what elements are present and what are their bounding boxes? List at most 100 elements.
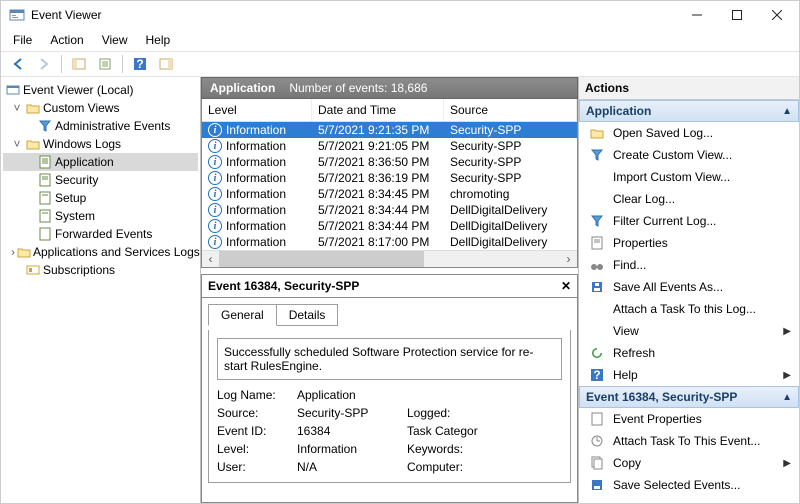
navigation-tree[interactable]: Event Viewer (Local) ˅Custom Views Admin…	[1, 77, 201, 503]
minimize-button[interactable]	[677, 1, 717, 29]
col-source[interactable]: Source	[444, 99, 577, 121]
action-properties[interactable]: Properties	[579, 232, 799, 254]
close-button[interactable]	[757, 1, 797, 29]
cell-level: Information	[226, 155, 286, 169]
folder-open-icon	[589, 125, 605, 141]
tree-system[interactable]: System	[3, 207, 198, 225]
tree-forwarded-events[interactable]: Forwarded Events	[3, 225, 198, 243]
folder-icon	[25, 100, 41, 116]
help-button[interactable]: ?	[129, 54, 151, 74]
event-properties-grid: Log Name:Application Source:Security-SPP…	[217, 388, 562, 474]
detail-pane: General Details Successfully scheduled S…	[201, 297, 578, 503]
cell-level: Information	[226, 235, 286, 249]
horizontal-scrollbar[interactable]: ‹ ›	[202, 250, 577, 267]
menu-action[interactable]: Action	[42, 31, 91, 49]
close-detail-button[interactable]: ✕	[561, 279, 571, 293]
table-row[interactable]: iInformation5/7/2021 8:34:45 PMchromotin…	[202, 186, 577, 202]
col-level[interactable]: Level	[202, 99, 312, 121]
properties-button[interactable]	[94, 54, 116, 74]
action-filter-log[interactable]: Filter Current Log...	[579, 210, 799, 232]
val-level: Information	[297, 442, 407, 456]
action-copy[interactable]: Copy▶	[579, 452, 799, 474]
action-help[interactable]: ?Help▶	[579, 364, 799, 386]
chevron-up-icon: ▲	[782, 106, 792, 117]
scroll-thumb[interactable]	[219, 251, 424, 267]
collapse-icon[interactable]: ˅	[11, 101, 23, 115]
tree-subscriptions[interactable]: Subscriptions	[3, 261, 198, 279]
info-icon: i	[208, 235, 222, 249]
cell-source: DellDigitalDelivery	[444, 234, 577, 250]
cell-level: Information	[226, 123, 286, 137]
title-bar: Event Viewer	[1, 1, 799, 29]
expand-icon[interactable]: ›	[11, 245, 15, 259]
grid-header[interactable]: Level Date and Time Source	[202, 99, 577, 122]
col-date[interactable]: Date and Time	[312, 99, 444, 121]
lbl-eventid: Event ID:	[217, 424, 297, 438]
info-icon: i	[208, 123, 222, 137]
action-find[interactable]: Find...	[579, 254, 799, 276]
menu-help[interactable]: Help	[138, 31, 179, 49]
collapse-icon[interactable]: ˅	[11, 137, 23, 151]
chevron-right-icon: ▶	[783, 326, 791, 337]
action-clear-log[interactable]: Clear Log...	[579, 188, 799, 210]
menu-file[interactable]: File	[5, 31, 40, 49]
actions-section-application[interactable]: Application▲	[579, 100, 799, 122]
cell-level: Information	[226, 219, 286, 233]
actions-header: Actions	[579, 77, 799, 100]
table-row[interactable]: iInformation5/7/2021 8:36:50 PMSecurity-…	[202, 154, 577, 170]
cell-level: Information	[226, 139, 286, 153]
action-open-saved-log[interactable]: Open Saved Log...	[579, 122, 799, 144]
cell-level: Information	[226, 187, 286, 201]
show-hide-action-pane-button[interactable]	[155, 54, 177, 74]
tree-label: Event Viewer (Local)	[23, 83, 134, 97]
tab-general[interactable]: General	[208, 304, 277, 326]
log-icon	[37, 154, 53, 170]
actions-section-event[interactable]: Event 16384, Security-SPP▲	[579, 386, 799, 408]
view-icon	[589, 323, 605, 339]
action-import-custom-view[interactable]: Import Custom View...	[579, 166, 799, 188]
action-create-custom-view[interactable]: Create Custom View...	[579, 144, 799, 166]
table-row[interactable]: iInformation5/7/2021 8:17:00 PMDellDigit…	[202, 234, 577, 250]
cell-datetime: 5/7/2021 8:34:44 PM	[312, 218, 444, 234]
table-row[interactable]: iInformation5/7/2021 8:36:19 PMSecurity-…	[202, 170, 577, 186]
tree-security[interactable]: Security	[3, 171, 198, 189]
detail-title: Event 16384, Security-SPP	[208, 279, 359, 293]
scroll-track[interactable]	[219, 251, 560, 267]
tree-setup[interactable]: Setup	[3, 189, 198, 207]
menu-view[interactable]: View	[94, 31, 136, 49]
cell-level: Information	[226, 203, 286, 217]
scroll-left-icon[interactable]: ‹	[202, 251, 219, 268]
show-hide-tree-button[interactable]	[68, 54, 90, 74]
tree-apps-services-logs[interactable]: ›Applications and Services Logs	[3, 243, 198, 261]
scroll-right-icon[interactable]: ›	[560, 251, 577, 268]
tree-root[interactable]: Event Viewer (Local)	[3, 81, 198, 99]
info-icon: i	[208, 139, 222, 153]
val-source: Security-SPP	[297, 406, 407, 420]
table-row[interactable]: iInformation5/7/2021 9:21:05 PMSecurity-…	[202, 138, 577, 154]
action-attach-task-event[interactable]: Attach Task To This Event...	[579, 430, 799, 452]
tab-details[interactable]: Details	[276, 304, 339, 326]
tree-windows-logs[interactable]: ˅Windows Logs	[3, 135, 198, 153]
tree-admin-events[interactable]: Administrative Events	[3, 117, 198, 135]
action-attach-task-log[interactable]: Attach a Task To this Log...	[579, 298, 799, 320]
action-view[interactable]: View▶	[579, 320, 799, 342]
event-grid[interactable]: Level Date and Time Source iInformation5…	[201, 99, 578, 268]
table-row[interactable]: iInformation5/7/2021 9:21:35 PMSecurity-…	[202, 122, 577, 138]
action-save-selected[interactable]: Save Selected Events...	[579, 474, 799, 496]
subscriptions-icon	[25, 262, 41, 278]
table-row[interactable]: iInformation5/7/2021 8:34:44 PMDellDigit…	[202, 202, 577, 218]
action-refresh[interactable]: Refresh	[579, 342, 799, 364]
clear-icon	[589, 191, 605, 207]
cell-datetime: 5/7/2021 8:34:44 PM	[312, 202, 444, 218]
action-event-properties[interactable]: Event Properties	[579, 408, 799, 430]
tree-application[interactable]: Application	[3, 153, 198, 171]
copy-icon	[589, 455, 605, 471]
tree-custom-views[interactable]: ˅Custom Views	[3, 99, 198, 117]
table-row[interactable]: iInformation5/7/2021 8:34:44 PMDellDigit…	[202, 218, 577, 234]
maximize-button[interactable]	[717, 1, 757, 29]
back-button[interactable]	[7, 54, 29, 74]
forward-button[interactable]	[33, 54, 55, 74]
log-header: Application Number of events: 18,686	[201, 77, 578, 99]
actions-pane: Actions Application▲ Open Saved Log... C…	[579, 77, 799, 503]
action-save-all[interactable]: Save All Events As...	[579, 276, 799, 298]
